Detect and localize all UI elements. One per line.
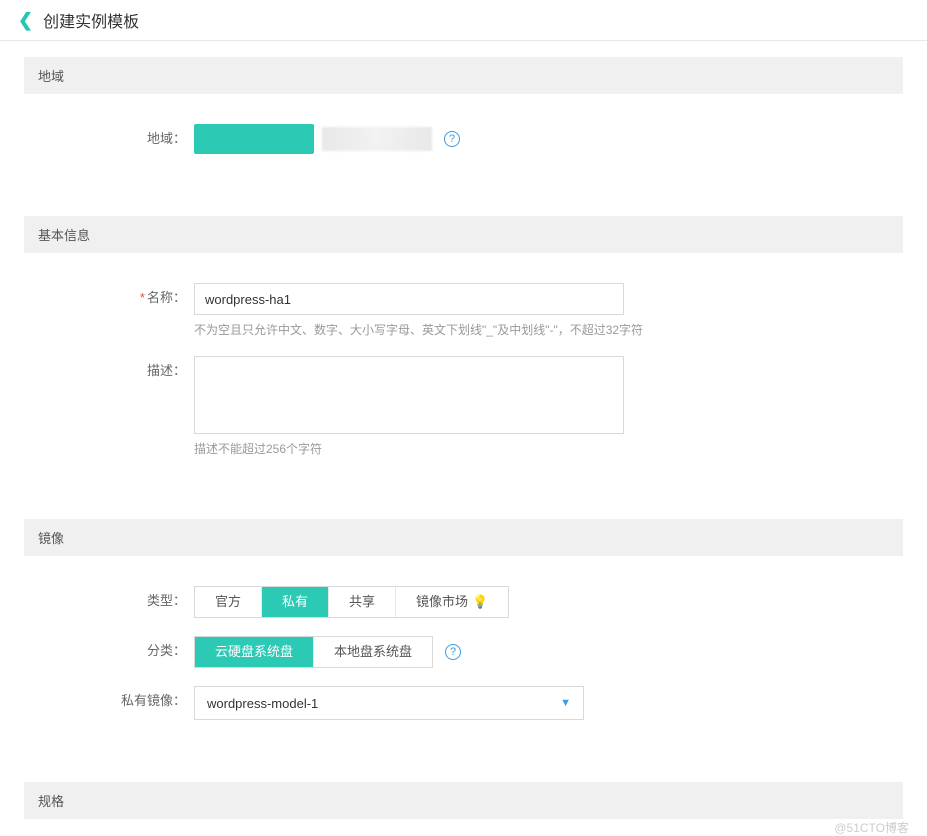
tab-cloud-disk[interactable]: 云硬盘系统盘 [195,637,314,667]
desc-textarea[interactable] [194,356,624,434]
section-image: 镜像 类型： 官方 私有 共享 镜像市场💡 分类： 云硬盘系统盘 [24,519,903,748]
back-chevron-icon[interactable]: ❮ [18,10,33,31]
region-redacted [322,127,432,151]
content-area: 地域 地域： ? 基本信息 *名称： 不为空且只允许中文、数字、大小写字母、英文… [0,41,927,819]
image-type-label: 类型： [24,586,194,616]
select-value: wordpress-model-1 [207,696,318,711]
image-type-tabs: 官方 私有 共享 镜像市场💡 [194,586,509,618]
section-basic: 基本信息 *名称： 不为空且只允许中文、数字、大小写字母、英文下划线"_"及中划… [24,216,903,485]
name-input[interactable] [194,283,624,315]
section-header-basic: 基本信息 [24,216,903,253]
tab-official[interactable]: 官方 [195,587,262,617]
section-header-spec: 规格 [24,782,903,819]
watermark: @51CTO博客 [834,819,909,836]
name-label: *名称： [24,283,194,313]
section-header-image: 镜像 [24,519,903,556]
desc-label: 描述： [24,356,194,386]
section-header-region: 地域 [24,57,903,94]
image-category-label: 分类： [24,636,194,666]
section-region: 地域 地域： ? [24,57,903,182]
chevron-down-icon: ▼ [560,697,571,709]
region-selected-chip[interactable] [194,124,314,154]
tab-marketplace[interactable]: 镜像市场💡 [396,587,508,617]
tab-private[interactable]: 私有 [262,587,329,617]
tab-local-disk[interactable]: 本地盘系统盘 [314,637,432,667]
name-hint: 不为空且只允许中文、数字、大小写字母、英文下划线"_"及中划线"-"，不超过32… [194,321,903,338]
section-spec: 规格 [24,782,903,819]
help-icon[interactable]: ? [444,131,460,147]
private-image-select[interactable]: wordpress-model-1 ▼ [194,686,584,720]
image-category-tabs: 云硬盘系统盘 本地盘系统盘 [194,636,433,668]
tab-shared[interactable]: 共享 [329,587,396,617]
desc-hint: 描述不能超过256个字符 [194,440,903,457]
private-image-label: 私有镜像： [24,686,194,716]
help-icon[interactable]: ? [445,644,461,660]
page-title: 创建实例模板 [43,8,139,32]
region-label: 地域： [24,124,194,154]
bulb-icon: 💡 [472,587,488,617]
page-header: ❮ 创建实例模板 [0,0,927,41]
